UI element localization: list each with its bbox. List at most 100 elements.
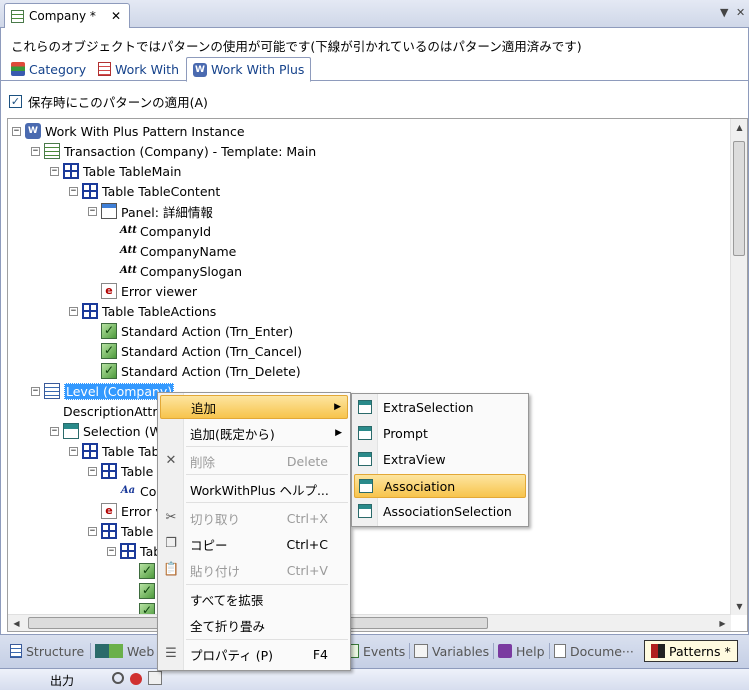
output-label[interactable]: 出力 <box>50 672 74 689</box>
scroll-up-arrow-icon[interactable]: ▲ <box>731 119 747 136</box>
collapse-icon[interactable]: − <box>107 546 116 556</box>
tree-node[interactable]: Att CompanyName <box>107 241 236 261</box>
menu-item-shortcut: Ctrl+C <box>286 536 328 552</box>
menu-item-delete[interactable]: ✕ 削除 Delete <box>160 449 348 473</box>
tab-variables[interactable]: Variables <box>414 641 489 661</box>
tree-node[interactable]: − Table TableActions <box>69 301 216 321</box>
submenu-arrow-icon: ▶ <box>335 428 342 438</box>
scroll-right-arrow-icon[interactable]: ▶ <box>714 615 731 631</box>
menu-item-add[interactable]: 追加 ▶ <box>160 395 348 419</box>
tab-structure[interactable]: Structure <box>10 641 84 661</box>
apply-on-save-label: 保存時にこのパターンの適用(A) <box>28 95 208 110</box>
collapse-icon[interactable]: − <box>69 186 78 196</box>
submenu-item-association[interactable]: Association <box>354 474 526 498</box>
document-tab-company[interactable]: Company * ✕ <box>4 3 130 28</box>
tree-node[interactable]: − W Work With Plus Pattern Instance <box>12 121 245 141</box>
tab-help[interactable]: Help <box>498 641 545 661</box>
patterns-icon <box>651 644 665 658</box>
search-icon[interactable] <box>112 672 124 684</box>
menu-item-collapse-all[interactable]: 全て折り畳み <box>160 613 348 637</box>
tab-separator <box>409 643 410 659</box>
pattern-tabs: Category Work With W Work With Plus <box>1 56 748 82</box>
submenu-item-prompt[interactable]: Prompt <box>354 422 526 446</box>
copy-icon: ❐ <box>165 536 177 551</box>
tab-dropdown-icon[interactable]: ▼ <box>720 6 728 19</box>
tree-node[interactable]: − Table TableMain <box>50 161 181 181</box>
collapse-icon[interactable]: − <box>88 206 97 216</box>
tree-node[interactable]: Standard Action (Trn_Cancel) <box>88 341 302 361</box>
standard-action-icon <box>139 583 155 599</box>
tree-node[interactable]: − Table TableContent <box>69 181 220 201</box>
collapse-icon[interactable]: − <box>69 446 78 456</box>
standard-action-icon <box>101 363 117 379</box>
tab-work-with[interactable]: Work With <box>92 57 185 81</box>
submenu-item-extraselection[interactable]: ExtraSelection <box>354 396 526 420</box>
horizontal-scrollbar[interactable]: ◀ ▶ <box>8 614 731 631</box>
menu-item-copy[interactable]: ❐ コピー Ctrl+C <box>160 532 348 556</box>
tree-node[interactable]: − Level (Company) <box>31 381 175 401</box>
tree-node-label: Error viewer <box>121 283 198 299</box>
menu-item-expand-all[interactable]: すべてを拡張 <box>160 587 348 611</box>
tab-category[interactable]: Category <box>5 57 92 81</box>
tree-node[interactable] <box>126 601 159 615</box>
tree-node[interactable] <box>126 581 159 601</box>
collapse-icon[interactable]: − <box>88 466 97 476</box>
menu-item-shortcut: Delete <box>286 453 328 469</box>
work-with-plus-icon: W <box>25 123 41 139</box>
submenu-item-label: Prompt <box>383 426 428 441</box>
menu-item-label: 追加(既定から) <box>190 426 275 442</box>
tab-web-form[interactable]: Web <box>95 641 154 661</box>
pattern-instance-tree[interactable]: − W Work With Plus Pattern Instance − Transa… <box>8 119 731 615</box>
menu-item-properties[interactable]: ☰ プロパティ (P) F4 <box>160 642 348 666</box>
menu-item-label: すべてを拡張 <box>190 592 264 608</box>
window-icon[interactable] <box>148 671 162 685</box>
menu-separator <box>186 446 348 447</box>
paste-icon: 📋 <box>163 562 180 577</box>
attribute-icon: Att <box>120 245 137 256</box>
tree-node[interactable]: − Transaction (Company) - Template: Main <box>31 141 316 161</box>
tree-node[interactable]: Att CompanyId <box>107 221 211 241</box>
close-window-icon[interactable]: ✕ <box>736 6 745 19</box>
tab-events[interactable]: Events <box>347 641 405 661</box>
close-tab-icon[interactable]: ✕ <box>111 9 121 23</box>
tree-node[interactable]: − Panel: 詳細情報 <box>88 201 213 221</box>
menu-item-cut[interactable]: ✂ 切り取り Ctrl+X <box>160 506 348 530</box>
tree-node[interactable] <box>126 561 159 581</box>
apply-on-save-checkbox[interactable]: ✓ <box>9 95 22 108</box>
collapse-icon[interactable]: − <box>31 146 40 156</box>
record-icon[interactable] <box>130 673 142 685</box>
collapse-icon[interactable]: − <box>88 526 97 536</box>
menu-item-workwithplus-help[interactable]: WorkWithPlus ヘルプ... <box>160 477 348 501</box>
menu-item-shortcut: Ctrl+X <box>286 510 328 526</box>
table-icon <box>82 303 98 319</box>
collapse-icon[interactable]: − <box>69 306 78 316</box>
tab-work-with-plus[interactable]: W Work With Plus <box>186 57 312 82</box>
vertical-scrollbar[interactable]: ▲ ▼ <box>730 119 747 615</box>
scroll-left-arrow-icon[interactable]: ◀ <box>8 615 25 631</box>
status-bar: 出力 <box>0 668 749 690</box>
menu-separator <box>186 584 348 585</box>
collapse-icon[interactable]: − <box>50 166 59 176</box>
collapse-icon[interactable]: − <box>31 386 40 396</box>
menu-item-label: プロパティ (P) <box>190 647 274 663</box>
menu-item-shortcut: Ctrl+V <box>286 562 328 578</box>
tree-node[interactable]: Standard Action (Trn_Delete) <box>88 361 301 381</box>
tree-node[interactable]: Att CompanySlogan <box>107 261 242 281</box>
attribute-icon: Att <box>120 225 137 236</box>
collapse-icon[interactable]: − <box>12 126 21 136</box>
tab-separator <box>90 643 91 659</box>
scroll-down-arrow-icon[interactable]: ▼ <box>731 598 747 615</box>
menu-item-paste[interactable]: 📋 貼り付け Ctrl+V <box>160 558 348 582</box>
attribute-icon: Att <box>120 265 137 276</box>
submenu-item-extraview[interactable]: ExtraView <box>354 448 526 472</box>
submenu-item-associationselection[interactable]: AssociationSelection <box>354 500 526 524</box>
structure-icon <box>10 644 22 658</box>
tab-patterns[interactable]: Patterns * <box>644 640 738 662</box>
tab-documentation[interactable]: Docume··· <box>554 641 634 661</box>
tree-node[interactable]: eError viewer <box>88 281 197 301</box>
tree-node[interactable]: Standard Action (Trn_Enter) <box>88 321 293 341</box>
vertical-scroll-thumb[interactable] <box>733 141 745 256</box>
menu-item-add-from-default[interactable]: 追加(既定から) ▶ <box>160 421 348 445</box>
collapse-icon[interactable]: − <box>50 426 59 436</box>
table-icon <box>101 523 117 539</box>
